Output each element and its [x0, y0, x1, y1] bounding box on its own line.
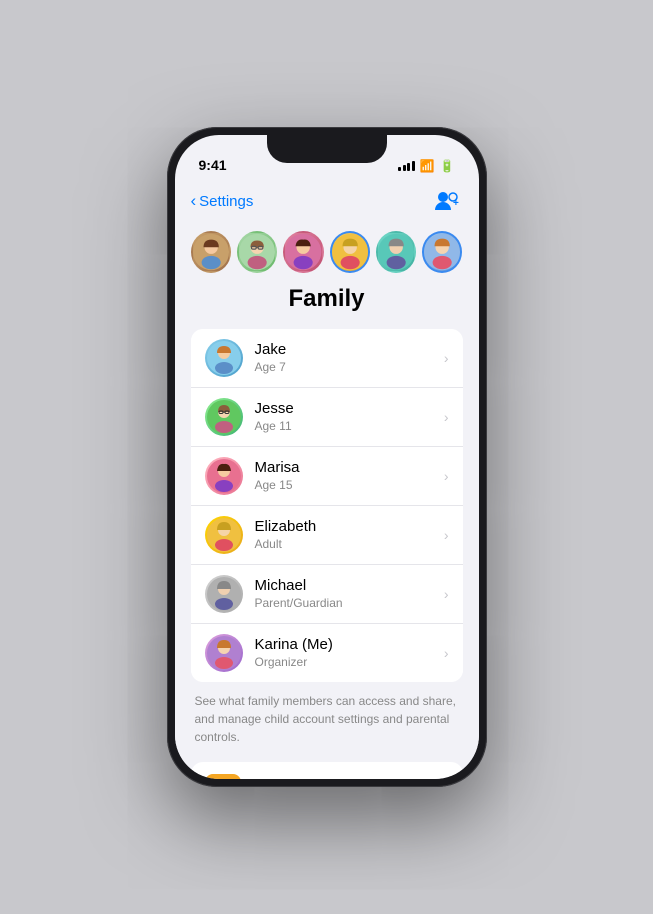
list-item-marisa[interactable]: Marisa Age 15 ›	[191, 447, 463, 506]
jesse-name: Jesse	[255, 399, 444, 419]
signal-icon	[398, 161, 415, 171]
avatar-marisa[interactable]	[283, 231, 323, 273]
avatar-jesse[interactable]	[237, 231, 277, 273]
family-members-list: Jake Age 7 ›	[191, 329, 463, 682]
jesse-subtitle: Age 11	[255, 419, 444, 435]
avatar-karina[interactable]	[422, 231, 462, 273]
list-item-michael[interactable]: Michael Parent/Guardian ›	[191, 565, 463, 624]
add-family-icon: +	[434, 190, 460, 212]
avatar-elizabeth-small	[205, 516, 243, 554]
list-item-jesse[interactable]: Jesse Age 11 ›	[191, 388, 463, 447]
avatar-jake-small	[205, 339, 243, 377]
notch	[267, 135, 387, 163]
status-time: 9:41	[199, 157, 227, 173]
avatar-jake[interactable]	[191, 231, 231, 273]
list-item-karina[interactable]: Karina (Me) Organizer ›	[191, 624, 463, 682]
elizabeth-name: Elizabeth	[255, 517, 444, 537]
avatar-row	[175, 219, 479, 281]
marisa-chevron-icon: ›	[444, 468, 449, 484]
karina-chevron-icon: ›	[444, 645, 449, 661]
elizabeth-chevron-icon: ›	[444, 527, 449, 543]
wifi-icon: 📶	[420, 159, 435, 173]
karina-subtitle: Organizer	[255, 655, 444, 671]
karina-name: Karina (Me)	[255, 635, 444, 655]
status-icons: 📶 🔋	[398, 159, 454, 173]
karina-text: Karina (Me) Organizer	[255, 635, 444, 670]
battery-icon: 🔋	[440, 159, 455, 173]
jesse-chevron-icon: ›	[444, 409, 449, 425]
avatar-michael[interactable]	[376, 231, 416, 273]
marisa-name: Marisa	[255, 458, 444, 478]
michael-subtitle: Parent/Guardian	[255, 596, 444, 612]
marisa-subtitle: Age 15	[255, 478, 444, 494]
avatar-karina-small	[205, 634, 243, 672]
screen-content: ‹ Settings +	[175, 179, 479, 779]
avatar-marisa-small	[205, 457, 243, 495]
marisa-text: Marisa Age 15	[255, 458, 444, 493]
michael-chevron-icon: ›	[444, 586, 449, 602]
jake-text: Jake Age 7	[255, 340, 444, 375]
list-item-elizabeth[interactable]: Elizabeth Adult ›	[191, 506, 463, 565]
michael-name: Michael	[255, 576, 444, 596]
feature-item-checklist[interactable]: Family Checklist All set ›	[191, 762, 463, 779]
chevron-left-icon: ‹	[191, 191, 197, 211]
jake-chevron-icon: ›	[444, 350, 449, 366]
avatar-michael-small	[205, 575, 243, 613]
add-family-button[interactable]: +	[431, 187, 463, 215]
jake-name: Jake	[255, 340, 444, 360]
elizabeth-subtitle: Adult	[255, 537, 444, 553]
elizabeth-text: Elizabeth Adult	[255, 517, 444, 552]
checklist-icon	[205, 774, 241, 779]
back-button[interactable]: ‹ Settings	[191, 192, 254, 211]
avatar-elizabeth[interactable]	[330, 231, 370, 273]
family-description: See what family members can access and s…	[175, 682, 479, 762]
nav-bar: ‹ Settings +	[175, 179, 479, 219]
back-label: Settings	[199, 193, 253, 210]
jake-subtitle: Age 7	[255, 360, 444, 376]
phone-frame: 9:41 📶 🔋 ‹ Settings	[167, 127, 487, 787]
feature-section-checklist: Family Checklist All set ›	[191, 762, 463, 779]
list-item-jake[interactable]: Jake Age 7 ›	[191, 329, 463, 388]
checklist-text: Family Checklist All set	[253, 777, 444, 780]
jesse-text: Jesse Age 11	[255, 399, 444, 434]
page-title: Family	[175, 281, 479, 329]
michael-text: Michael Parent/Guardian	[255, 576, 444, 611]
checklist-name: Family Checklist	[253, 777, 444, 780]
phone-screen: 9:41 📶 🔋 ‹ Settings	[175, 135, 479, 779]
avatar-jesse-small	[205, 398, 243, 436]
